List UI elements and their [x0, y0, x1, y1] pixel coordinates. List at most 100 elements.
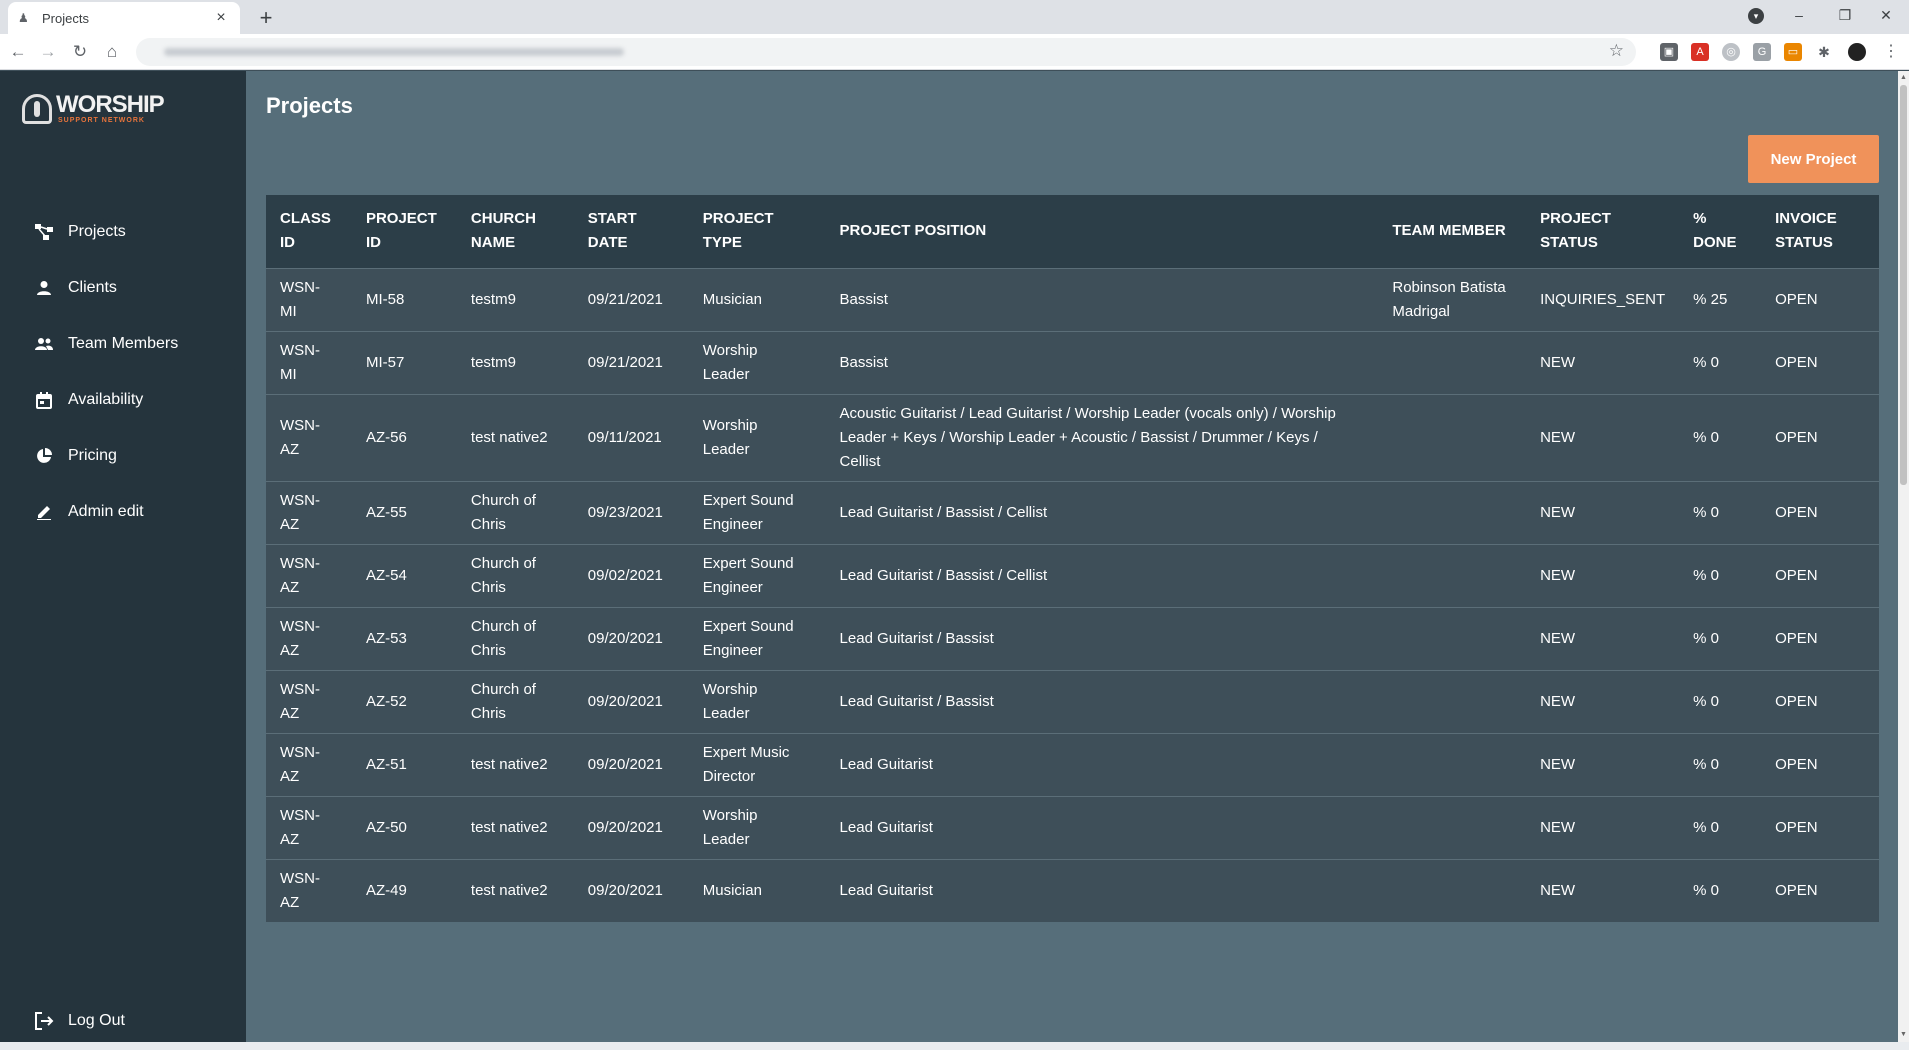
extension-icon[interactable]: ▣	[1660, 43, 1678, 61]
browser-tab[interactable]: ♟ Projects ×	[8, 2, 240, 34]
column-header: START DATE	[574, 195, 689, 268]
percent-done-cell: % 0	[1693, 629, 1719, 647]
project-status-cell: NEW	[1540, 503, 1576, 521]
project-id-cell: MI-57	[365, 353, 405, 371]
address-bar[interactable]: ☆	[136, 38, 1636, 66]
table-row[interactable]: WSN- AZ AZ-56 test native2 09/11/2021 Worship…	[266, 394, 1879, 481]
minimize-button[interactable]: –	[1776, 0, 1822, 30]
table-row[interactable]: WSN- AZ AZ-52 Church of Chris 09/20/2021 Worsh…	[266, 670, 1879, 733]
cell-line: Lead Guitarist / Bassist / Cellist	[839, 566, 1048, 584]
cell-line: AZ	[280, 830, 300, 848]
table-row[interactable]: WSN- AZ AZ-50 test native2 09/20/2021 Worship…	[266, 796, 1879, 859]
table-row[interactable]: WSN- MI MI-57 testm9 09/21/2021 Worship Leader…	[266, 331, 1879, 394]
project-id-cell: AZ-53	[365, 629, 407, 647]
projects-table-container: CLASS ID PROJECT ID CHURCH NAME START DATE PROJE…	[266, 195, 1879, 922]
logout-icon	[34, 1011, 54, 1031]
sidebar-item-label: Projects	[68, 223, 126, 240]
cell-line: Engineer	[702, 641, 763, 659]
project-type-cell: Expert Sound Engineer	[689, 481, 826, 544]
tab-search-icon[interactable]: ▾	[1748, 8, 1764, 24]
project-status-cell: INQUIRIES_SENT	[1540, 290, 1666, 308]
cell-line: AZ	[280, 641, 300, 659]
sidebar-item-clients[interactable]: Clients	[0, 260, 246, 316]
home-icon[interactable]: ⌂	[98, 38, 126, 66]
sidebar-item-pricing[interactable]: Pricing	[0, 428, 246, 484]
cell-line: Expert Sound	[702, 617, 794, 635]
table-header-row: CLASS ID PROJECT ID CHURCH NAME START DATE PROJE…	[266, 195, 1879, 268]
bookmark-star-icon[interactable]: ☆	[1609, 41, 1624, 61]
logout-button[interactable]: Log Out	[34, 1006, 125, 1036]
table-row[interactable]: WSN- AZ AZ-53 Church of Chris 09/20/2021 Exper…	[266, 607, 1879, 670]
close-window-button[interactable]: ✕	[1863, 0, 1909, 30]
project-status-cell: NEW	[1540, 428, 1576, 446]
cell-line: Worship	[702, 341, 758, 359]
sidebar-item-projects[interactable]: Projects	[0, 204, 246, 260]
table-row[interactable]: WSN- AZ AZ-49 test native2 09/20/2021 Musicia…	[266, 859, 1879, 922]
scrollbar-thumb[interactable]	[1900, 85, 1907, 485]
browser-menu-icon[interactable]: ⋮	[1882, 43, 1900, 61]
table-row[interactable]: WSN- AZ AZ-54 Church of Chris 09/02/2021 Exper…	[266, 544, 1879, 607]
sidebar-item-admin-edit[interactable]: Admin edit	[0, 484, 246, 540]
cell-line: testm9	[470, 353, 516, 371]
cell-line: Lead Guitarist / Bassist / Cellist	[839, 503, 1048, 521]
project-status-cell: NEW	[1540, 881, 1576, 899]
restore-button[interactable]: ❐	[1822, 0, 1868, 30]
back-icon[interactable]: ←	[4, 38, 32, 66]
class-id-cell: WSN- AZ	[266, 544, 352, 607]
column-header-line: TYPE	[702, 234, 742, 252]
cell-line: testm9	[470, 290, 516, 308]
page-scrollbar[interactable]: ▲ ▼	[1898, 71, 1909, 1042]
table-row[interactable]: WSN- AZ AZ-55 Church of Chris 09/23/2021 Exper…	[266, 481, 1879, 544]
people-icon	[34, 334, 54, 354]
sidebar-item-team-members[interactable]: Team Members	[0, 316, 246, 372]
brand-logo[interactable]: WORSHIP SUPPORT NETWORK	[22, 93, 165, 124]
column-header-line: PROJECT POSITION	[839, 222, 987, 240]
table-row[interactable]: WSN- AZ AZ-51 test native2 09/20/2021 Expert …	[266, 733, 1879, 796]
cell-line: Lead Guitarist / Bassist	[839, 692, 994, 710]
scroll-up-icon[interactable]: ▲	[1898, 71, 1909, 85]
grammar-extension-icon[interactable]: G	[1753, 43, 1771, 61]
cell-line: test native2	[470, 428, 548, 446]
cell-line: Musician	[702, 881, 762, 899]
table-row[interactable]: WSN- MI MI-58 testm9 09/21/2021 Musician Bassi…	[266, 268, 1879, 331]
reload-icon[interactable]: ↻	[66, 38, 94, 66]
team-member-cell	[1378, 859, 1526, 922]
invoice-status-cell: OPEN	[1775, 629, 1818, 647]
start-date-cell: 09/02/2021	[587, 566, 663, 584]
new-tab-button[interactable]: +	[252, 4, 280, 32]
person-icon	[34, 278, 54, 298]
forward-icon[interactable]: →	[34, 38, 62, 66]
cell-line: Leader	[702, 704, 750, 722]
church-name-cell: test native2	[457, 859, 574, 922]
extension-circle-icon[interactable]: ◎	[1722, 43, 1740, 61]
church-name-cell: test native2	[457, 796, 574, 859]
scroll-down-icon[interactable]: ▼	[1898, 1028, 1909, 1042]
cell-line: Leader	[702, 365, 750, 383]
cell-line: WSN-	[280, 617, 320, 635]
percent-done-cell: % 0	[1693, 692, 1719, 710]
new-project-button[interactable]: New Project	[1748, 135, 1879, 183]
pdf-extension-icon[interactable]: A	[1691, 43, 1709, 61]
percent-done-cell: % 0	[1693, 818, 1719, 836]
cast-extension-icon[interactable]: ▭	[1784, 43, 1802, 61]
cell-line: AZ	[280, 578, 300, 596]
project-position-cell: Lead Guitarist / Bassist / Cellist	[826, 544, 1379, 607]
sidebar-item-availability[interactable]: Availability	[0, 372, 246, 428]
team-member-cell	[1378, 481, 1526, 544]
tab-close-icon[interactable]: ×	[212, 9, 230, 27]
project-status-cell: NEW	[1540, 818, 1576, 836]
class-id-cell: WSN- AZ	[266, 670, 352, 733]
column-header-line: ID	[365, 234, 381, 252]
extensions-puzzle-icon[interactable]: ✱	[1815, 43, 1833, 61]
cell-line: Church of	[470, 491, 536, 509]
project-position-cell: Bassist	[826, 331, 1379, 394]
cell-line: Cellist	[839, 452, 881, 470]
cell-line: Worship	[702, 680, 758, 698]
profile-avatar[interactable]	[1848, 43, 1866, 61]
column-header-line: STATUS	[1775, 234, 1833, 252]
team-member-cell	[1378, 394, 1526, 481]
column-header: CLASS ID	[266, 195, 352, 268]
cell-line: AZ	[280, 767, 300, 785]
sidebar-item-label: Admin edit	[68, 503, 144, 520]
project-position-cell: Lead Guitarist / Bassist	[826, 607, 1379, 670]
